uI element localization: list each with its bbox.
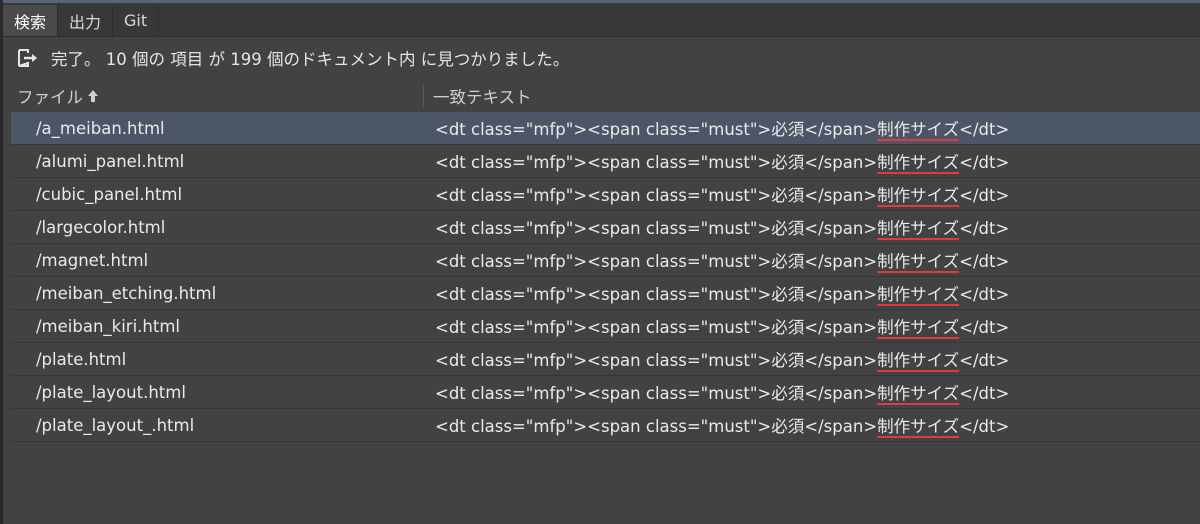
match-highlight: 制作サイズ — [877, 252, 960, 271]
match-highlight: 制作サイズ — [877, 219, 960, 238]
match-before: <dt class="mfp"><span class="must">必須</s… — [435, 384, 878, 403]
results-list: /a_meiban.html <dt class="mfp"><span clas… — [11, 112, 1200, 442]
search-status: 完了。 10 個の 項目 が 199 個のドキュメント内 に見つかりました。 — [17, 44, 569, 72]
match-after: </dt> — [959, 318, 1010, 337]
result-row[interactable]: /meiban_etching.html <dt class="mfp"><spa… — [11, 277, 1200, 310]
result-match-text: <dt class="mfp"><span class="must">必須</s… — [423, 347, 1009, 371]
column-header-match[interactable]: 一致テキスト — [424, 84, 532, 108]
match-before: <dt class="mfp"><span class="must">必須</s… — [435, 252, 878, 271]
tab-bar: 検索 出力 Git — [3, 3, 1200, 37]
match-before: <dt class="mfp"><span class="must">必須</s… — [435, 120, 878, 139]
result-file: /magnet.html — [36, 250, 149, 270]
sort-ascending-icon — [86, 88, 100, 104]
match-after: </dt> — [959, 153, 1010, 172]
result-match-text: <dt class="mfp"><span class="must">必須</s… — [423, 314, 1009, 338]
result-file: /cubic_panel.html — [36, 184, 183, 204]
result-file: /plate_layout_.html — [36, 415, 195, 435]
result-file: /a_meiban.html — [36, 118, 165, 138]
result-file: /largecolor.html — [36, 217, 166, 237]
column-file-label: ファイル — [17, 87, 83, 107]
result-match-text: <dt class="mfp"><span class="must">必須</s… — [423, 413, 1009, 437]
match-after: </dt> — [959, 219, 1010, 238]
result-match-text: <dt class="mfp"><span class="must">必須</s… — [423, 380, 1009, 404]
tab-search[interactable]: 検索 — [3, 5, 59, 36]
result-row[interactable]: /a_meiban.html <dt class="mfp"><span clas… — [11, 112, 1200, 145]
result-row[interactable]: /magnet.html <dt class="mfp"><span class=… — [11, 244, 1200, 277]
result-row[interactable]: /meiban_kiri.html <dt class="mfp"><span c… — [11, 310, 1200, 343]
status-text: 完了。 10 個の 項目 が 199 個のドキュメント内 に見つかりました。 — [51, 50, 570, 69]
result-match-text: <dt class="mfp"><span class="must">必須</s… — [423, 149, 1009, 173]
result-match-text: <dt class="mfp"><span class="must">必須</s… — [423, 248, 1009, 272]
match-highlight: 制作サイズ — [877, 285, 960, 304]
exit-icon — [17, 48, 43, 68]
match-after: </dt> — [959, 417, 1010, 436]
match-before: <dt class="mfp"><span class="must">必須</s… — [435, 186, 878, 205]
result-match-text: <dt class="mfp"><span class="must">必須</s… — [423, 281, 1009, 305]
match-highlight: 制作サイズ — [877, 384, 960, 403]
result-file: /meiban_kiri.html — [36, 316, 180, 336]
match-before: <dt class="mfp"><span class="must">必須</s… — [435, 285, 878, 304]
match-after: </dt> — [959, 351, 1010, 370]
match-before: <dt class="mfp"><span class="must">必須</s… — [435, 417, 878, 436]
result-row[interactable]: /plate_layout_.html <dt class="mfp"><span… — [11, 409, 1200, 442]
match-after: </dt> — [959, 252, 1010, 271]
result-file: /meiban_etching.html — [36, 283, 217, 303]
result-match-text: <dt class="mfp"><span class="must">必須</s… — [423, 182, 1009, 206]
tab-git[interactable]: Git — [113, 5, 160, 36]
match-after: </dt> — [959, 384, 1010, 403]
result-file: /alumi_panel.html — [36, 151, 185, 171]
result-file: /plate.html — [36, 349, 127, 369]
result-row[interactable]: /cubic_panel.html <dt class="mfp"><span c… — [11, 178, 1200, 211]
match-highlight: 制作サイズ — [877, 318, 960, 337]
result-match-text: <dt class="mfp"><span class="must">必須</s… — [423, 116, 1009, 140]
search-panel: 検索 出力 Git 完了。 10 個の 項目 が 199 個のドキュメント内 に… — [0, 0, 1200, 524]
match-after: </dt> — [959, 120, 1010, 139]
match-highlight: 制作サイズ — [877, 186, 960, 205]
result-match-text: <dt class="mfp"><span class="must">必須</s… — [423, 215, 1009, 239]
match-before: <dt class="mfp"><span class="must">必須</s… — [435, 219, 878, 238]
result-row[interactable]: /largecolor.html <dt class="mfp"><span cl… — [11, 211, 1200, 244]
tab-output[interactable]: 出力 — [58, 5, 114, 36]
result-row[interactable]: /plate_layout.html <dt class="mfp"><span … — [11, 376, 1200, 409]
result-file: /plate_layout.html — [36, 382, 186, 402]
match-highlight: 制作サイズ — [877, 120, 960, 139]
match-highlight: 制作サイズ — [877, 153, 960, 172]
match-highlight: 制作サイズ — [877, 417, 960, 436]
match-after: </dt> — [959, 186, 1010, 205]
match-highlight: 制作サイズ — [877, 351, 960, 370]
result-row[interactable]: /alumi_panel.html <dt class="mfp"><span c… — [11, 145, 1200, 178]
match-before: <dt class="mfp"><span class="must">必須</s… — [435, 318, 878, 337]
result-row[interactable]: /plate.html <dt class="mfp"><span class="… — [11, 343, 1200, 376]
column-header-file[interactable]: ファイル — [3, 84, 423, 108]
match-before: <dt class="mfp"><span class="must">必須</s… — [435, 153, 878, 172]
match-before: <dt class="mfp"><span class="must">必須</s… — [435, 351, 878, 370]
match-after: </dt> — [959, 285, 1010, 304]
results-header: ファイル 一致テキスト — [3, 79, 1200, 112]
